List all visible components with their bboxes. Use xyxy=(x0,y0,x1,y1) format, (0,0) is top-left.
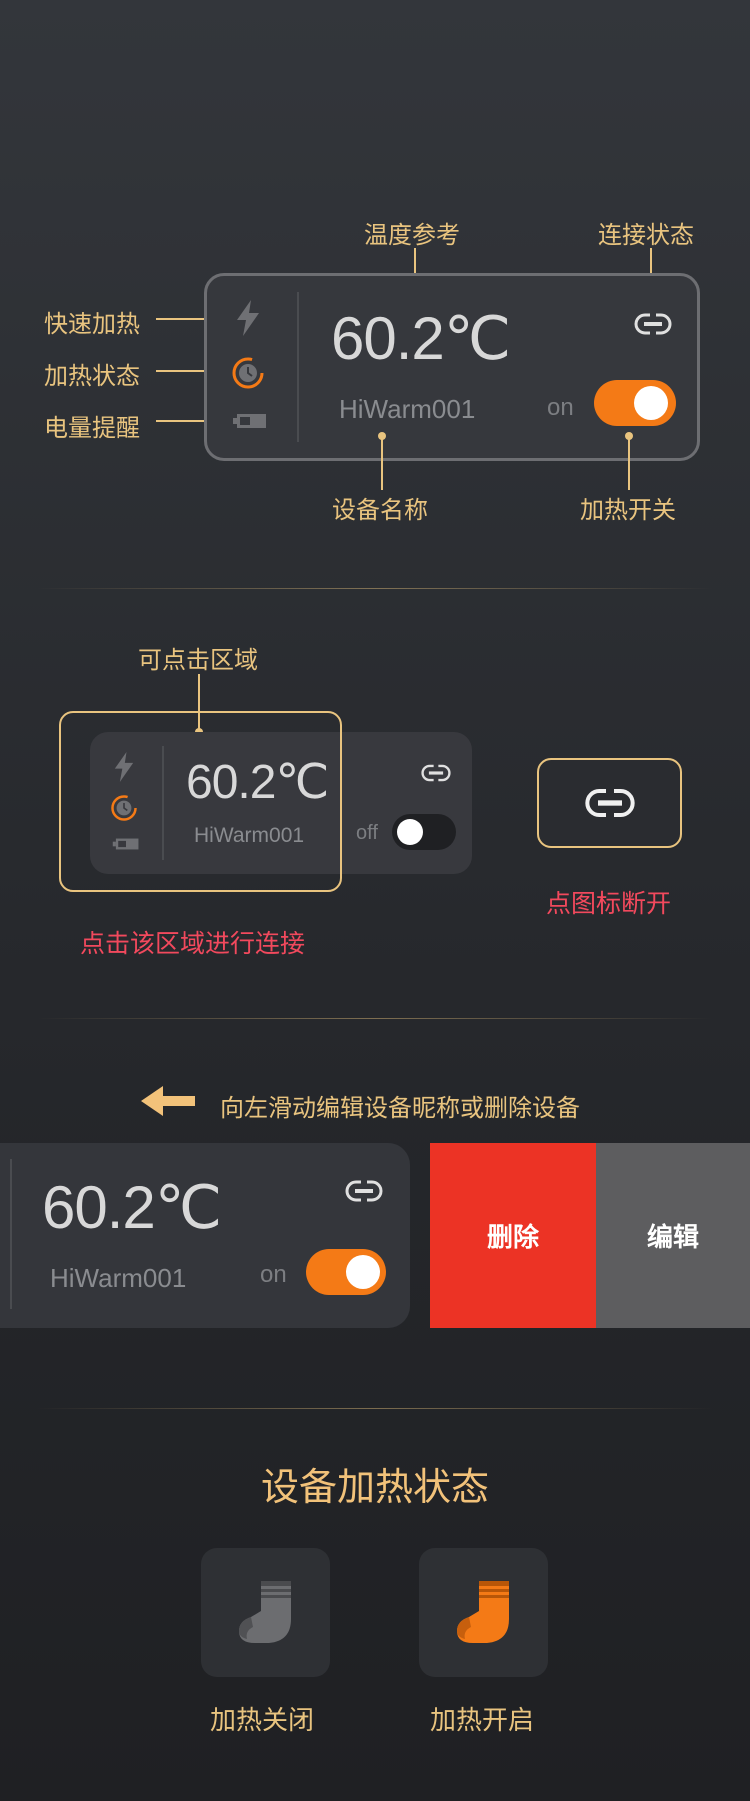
heat-toggle[interactable] xyxy=(392,814,456,850)
heat-on-label: 加热开启 xyxy=(430,1705,535,1735)
section-title: 设备加热状态 xyxy=(260,1467,489,1509)
battery-icon xyxy=(233,412,267,430)
heat-on-tile[interactable] xyxy=(419,1548,548,1677)
temperature-value: 60.2℃ xyxy=(331,305,511,372)
heat-toggle[interactable] xyxy=(306,1249,386,1295)
device-card-swiped[interactable]: 60.2℃ HiWarm001 on xyxy=(0,1143,410,1328)
edit-label: 编辑 xyxy=(646,1222,699,1252)
divider xyxy=(36,1408,714,1409)
hint-disconnect: 点图标断开 xyxy=(546,890,672,918)
device-name: HiWarm001 xyxy=(50,1263,187,1293)
device-name: HiWarm001 xyxy=(339,394,476,424)
label-conn-status: 连接状态 xyxy=(598,222,694,249)
arrow-left-icon xyxy=(140,1086,196,1116)
clock-icon xyxy=(231,356,265,390)
divider xyxy=(36,588,714,589)
link-icon[interactable] xyxy=(633,310,673,338)
swipe-hint: 向左滑动编辑设备昵称或删除设备 xyxy=(220,1095,580,1122)
toggle-label: off xyxy=(356,822,378,844)
heat-off-label: 加热关闭 xyxy=(210,1705,315,1735)
label-heat-status: 加热状态 xyxy=(44,363,140,390)
heat-off-tile[interactable] xyxy=(201,1548,330,1677)
label-heat-switch: 加热开关 xyxy=(580,497,676,524)
label-device-name: 设备名称 xyxy=(332,497,428,524)
temperature-value: 60.2℃ xyxy=(42,1174,222,1241)
link-icon xyxy=(539,760,680,846)
toggle-label: on xyxy=(260,1261,287,1288)
edit-button[interactable]: 编辑 xyxy=(596,1143,750,1328)
label-temp-ref: 温度参考 xyxy=(364,222,460,249)
sock-icon xyxy=(419,1548,548,1677)
toggle-label: on xyxy=(547,394,574,421)
link-icon[interactable] xyxy=(420,762,452,784)
label-battery: 电量提醒 xyxy=(44,415,140,442)
hint-connect: 点击该区域进行连接 xyxy=(80,930,306,958)
sock-icon xyxy=(201,1548,330,1677)
label-fast-heat: 快速加热 xyxy=(44,311,140,338)
label-clickable-area: 可点击区域 xyxy=(138,647,258,674)
disconnect-button[interactable] xyxy=(537,758,682,848)
divider xyxy=(36,1018,714,1019)
heat-toggle[interactable] xyxy=(594,380,676,426)
clickable-area-highlight[interactable] xyxy=(59,711,342,892)
lightning-icon xyxy=(233,300,263,336)
delete-label: 删除 xyxy=(486,1222,539,1252)
delete-button[interactable]: 删除 xyxy=(430,1143,596,1328)
link-icon[interactable] xyxy=(344,1177,384,1205)
